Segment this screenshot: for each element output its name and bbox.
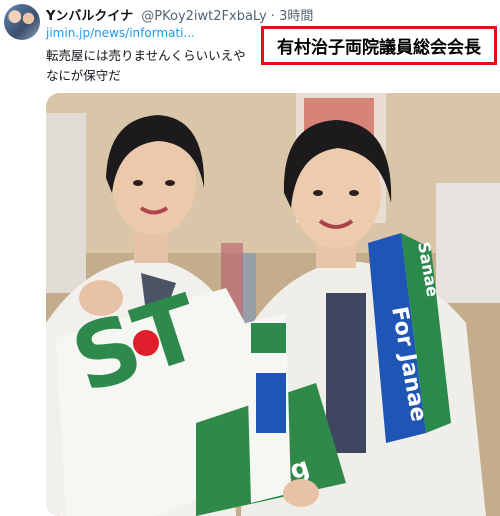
caption-overlay: 有村治子両院議員総会会長 <box>261 26 497 65</box>
tweet-header: Yンバルクイナ @PKoy2iwt2FxbaLy · 3時間 <box>46 5 313 24</box>
tweet-text-line-2: なにが保守だ <box>46 68 121 83</box>
caption-text: 有村治子両院議員総会会長 <box>277 38 481 58</box>
display-name[interactable]: Yンバルクイナ <box>46 9 133 24</box>
avatar[interactable] <box>4 4 40 40</box>
tweet-link[interactable]: jimin.jp/news/informati... <box>46 26 195 40</box>
handle-and-time[interactable]: @PKoy2iwt2FxbaLy · 3時間 <box>141 9 313 24</box>
tweet-photo[interactable]: For Janae Sanae ST Fig <box>46 93 500 516</box>
tweet-text-line-1: 転売屋には売りませんくらいいえや <box>46 48 246 63</box>
photo-illustration: For Janae Sanae ST Fig <box>46 93 500 516</box>
